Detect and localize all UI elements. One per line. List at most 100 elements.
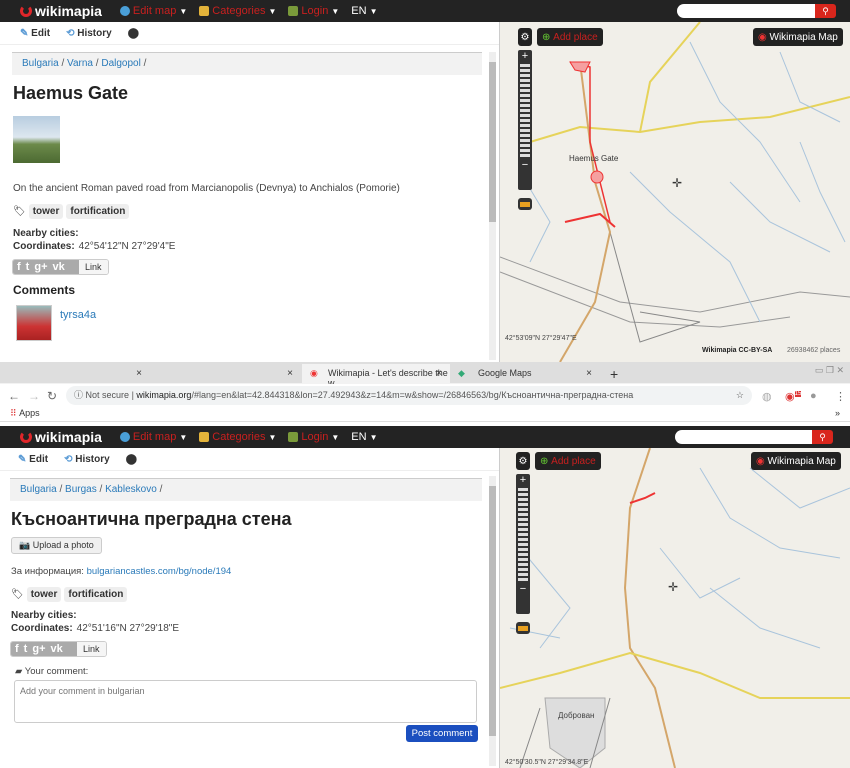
close-tab-icon[interactable]: × (436, 368, 442, 379)
back-icon[interactable]: ← (8, 389, 20, 403)
link-button[interactable]: Link (77, 642, 106, 656)
wikimapia-logo[interactable]: wikimapia (20, 3, 102, 19)
categories-menu[interactable]: Categories ▼ (199, 431, 276, 443)
categories-icon (199, 6, 210, 16)
breadcrumb-link[interactable]: Kableskovo (105, 484, 157, 495)
add-place-button[interactable]: ⊕ Add place (535, 452, 601, 470)
tag[interactable]: tower (26, 587, 62, 602)
twitter-icon[interactable]: t (24, 643, 28, 655)
not-secure-label: Not secure (85, 390, 130, 400)
reload-icon[interactable]: ↻ (47, 389, 57, 403)
facebook-icon[interactable]: f (17, 261, 21, 273)
extension-icon[interactable]: ◉15 (785, 390, 802, 403)
google-plus-icon[interactable]: g+ (32, 643, 45, 655)
history-icon: ⟲ (66, 27, 75, 39)
twitter-icon[interactable]: t (26, 261, 30, 273)
zoom-in-icon[interactable]: + (516, 474, 530, 486)
info-link[interactable]: bulgariancastles.com/bg/node/194 (87, 566, 232, 577)
extension-icon[interactable]: ◍ (762, 390, 772, 403)
commenter-link[interactable]: tyrsa4a (60, 309, 96, 341)
search-input[interactable] (675, 430, 815, 444)
zoom-in-icon[interactable]: + (518, 50, 532, 62)
panel-scrollbar[interactable] (489, 52, 496, 360)
edit-button[interactable]: ✎ Edit (18, 454, 48, 465)
wikimapia-logo[interactable]: wikimapia (20, 429, 102, 445)
post-comment-button[interactable]: Post comment (406, 725, 478, 742)
map-layer-button[interactable]: ◉ Wikimapia Map (753, 28, 843, 46)
extension-badge: 15 (794, 390, 802, 397)
edit-button[interactable]: ✎ Edit (20, 28, 50, 39)
zoom-slider[interactable]: + − (518, 50, 532, 190)
menu-icon[interactable]: ⋮ (835, 390, 846, 403)
nearby-cities: Nearby cities: (11, 610, 77, 621)
map-layer-button[interactable]: ◉ Wikimapia Map (751, 452, 841, 470)
settings-button[interactable]: ⚙ (518, 28, 532, 46)
tag[interactable]: fortification (64, 587, 128, 602)
categories-menu[interactable]: Categories ▼ (199, 5, 276, 17)
url-path: /#lang=en&lat=42.844318&lon=27.492943&z=… (191, 390, 634, 400)
url-input[interactable]: ⓘ Not secure | wikimapia.org/#lang=en&la… (66, 386, 752, 405)
google-plus-icon[interactable]: g+ (34, 261, 47, 273)
comment-textarea[interactable] (14, 680, 477, 723)
vk-icon[interactable]: vk (51, 643, 63, 655)
facebook-icon[interactable]: f (15, 643, 19, 655)
wikimapia-icon: ◉ (756, 455, 765, 467)
forward-icon[interactable]: → (28, 389, 40, 403)
edit-map-menu[interactable]: Edit map ▼ (119, 5, 187, 17)
bookmark-star-icon[interactable]: ☆ (736, 386, 744, 405)
search-input[interactable] (677, 4, 817, 18)
upload-photo-button[interactable]: 📷 Upload a photo (11, 537, 102, 554)
avatar[interactable] (16, 305, 52, 341)
zoom-out-icon[interactable]: − (516, 583, 530, 595)
history-button[interactable]: ⟲ History (64, 454, 110, 465)
edit-map-label: Edit map (132, 5, 177, 17)
ruler-button[interactable] (518, 198, 532, 210)
breadcrumb-link[interactable]: Bulgaria (20, 484, 57, 495)
tag[interactable]: tower (28, 204, 64, 219)
login-menu[interactable]: Login ▼ (288, 5, 339, 17)
breadcrumb-link[interactable]: Varna (67, 58, 93, 69)
breadcrumb-link[interactable]: Burgas (65, 484, 97, 495)
edit-map-menu[interactable]: Edit map ▼ (119, 431, 187, 443)
browser-tab-active[interactable]: ◉ Wikimapia - Let's describe the w × (302, 364, 450, 388)
browser-tab[interactable]: × (153, 364, 301, 383)
nearby-cities: Nearby cities: (13, 228, 79, 239)
vk-icon[interactable]: vk (53, 261, 65, 273)
location-pin-button[interactable]: ⬤ (126, 454, 137, 465)
language-menu[interactable]: EN ▼ (351, 431, 377, 443)
breadcrumb-link[interactable]: Dalgopol (101, 58, 140, 69)
tag[interactable]: fortification (66, 204, 130, 219)
new-tab-button[interactable]: + (602, 362, 618, 382)
location-pin-button[interactable]: ⬤ (128, 28, 139, 39)
login-menu[interactable]: Login ▼ (288, 431, 339, 443)
settings-button[interactable]: ⚙ (516, 452, 530, 470)
browser-tab[interactable]: ◆ Google Maps × (452, 364, 600, 383)
cursor-coordinates: 42°50'30.5"N 27°29'34.8"E (505, 758, 589, 766)
caret-icon: ▼ (331, 6, 340, 16)
edit-label: Edit (29, 453, 49, 465)
window-controls[interactable]: ▭ ❐ ✕ (815, 365, 844, 376)
bookmarks-overflow[interactable]: » (835, 408, 840, 418)
search-button[interactable]: ⚲ (812, 430, 833, 444)
ruler-button[interactable] (516, 622, 530, 634)
breadcrumb-link[interactable]: Bulgaria (22, 58, 59, 69)
close-tab-icon[interactable]: × (586, 368, 592, 379)
profile-icon[interactable]: ● (810, 390, 817, 402)
map-view[interactable]: Haemus Gate ✛ 42°53'09"N 27°29'47"E Wiki… (499, 21, 850, 362)
link-button[interactable]: Link (79, 260, 108, 274)
add-place-label: Add place (551, 455, 596, 467)
browser-tab[interactable]: × (0, 364, 150, 383)
map-view[interactable]: Доброван ✛ 42°50'30.5"N 27°29'34.8"E ⚙ ⊕… (499, 447, 850, 768)
history-button[interactable]: ⟲ History (66, 28, 112, 39)
apps-bookmark[interactable]: Apps (19, 408, 40, 418)
language-menu[interactable]: EN ▼ (351, 5, 377, 17)
panel-scrollbar[interactable] (489, 476, 496, 766)
caret-icon: ▼ (268, 6, 277, 16)
zoom-slider[interactable]: + − (516, 474, 530, 614)
close-tab-icon[interactable]: × (287, 368, 293, 379)
close-tab-icon[interactable]: × (136, 368, 142, 379)
add-place-button[interactable]: ⊕ Add place (537, 28, 603, 46)
zoom-out-icon[interactable]: − (518, 159, 532, 171)
search-button[interactable]: ⚲ (815, 4, 836, 18)
place-photo[interactable] (13, 116, 60, 163)
